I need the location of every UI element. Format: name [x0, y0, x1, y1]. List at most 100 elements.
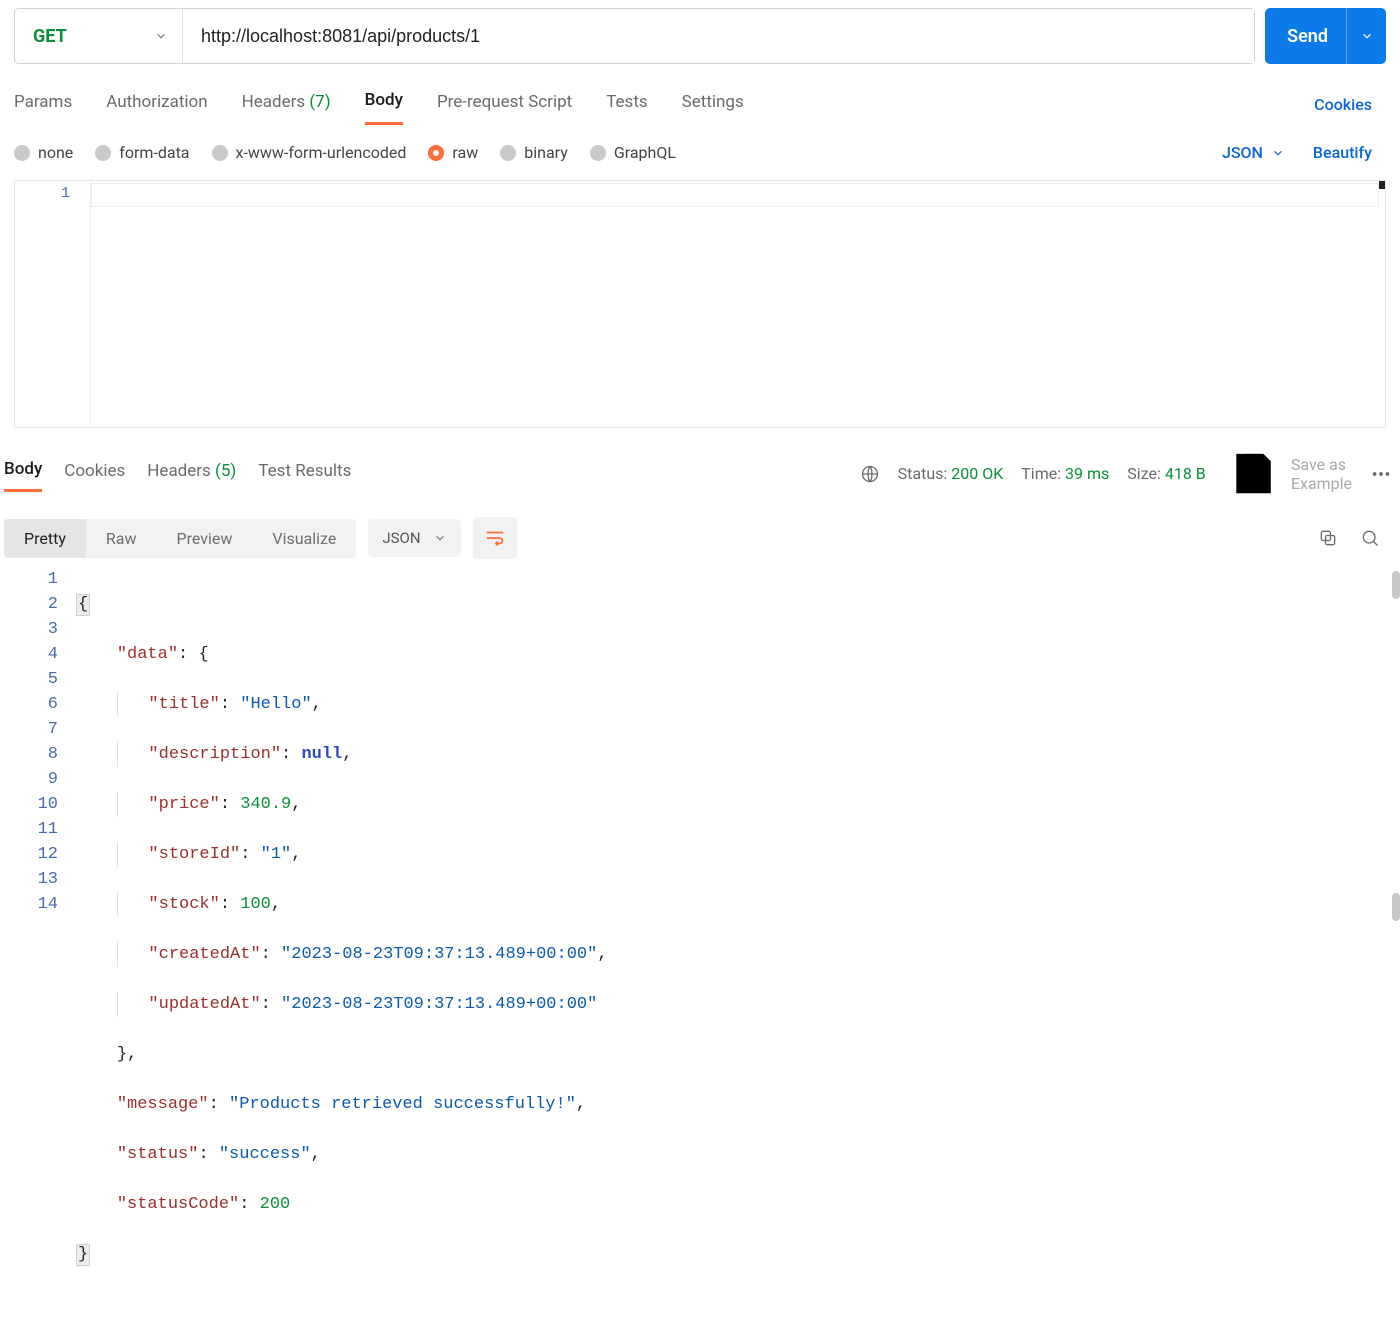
radio-none-label: none: [38, 143, 73, 162]
gutter-line-number: 8: [0, 742, 58, 767]
tab-settings[interactable]: Settings: [682, 86, 744, 124]
radio-urlencoded[interactable]: x-www-form-urlencoded: [212, 143, 407, 162]
resp-tab-headers-count: (5): [215, 461, 236, 481]
raw-format-select[interactable]: JSON: [1222, 143, 1285, 162]
send-button-label: Send: [1287, 26, 1346, 47]
code-key: "status": [117, 1145, 199, 1164]
resp-tab-headers-label: Headers: [147, 461, 211, 481]
wrap-icon: [484, 527, 506, 549]
tab-body[interactable]: Body: [365, 84, 403, 125]
gutter-line-number: 9: [0, 767, 58, 792]
resp-tab-headers[interactable]: Headers (5): [147, 457, 236, 491]
time-label: Time:: [1021, 464, 1061, 483]
code-key: "description": [148, 745, 281, 764]
radio-binary-label: binary: [524, 143, 568, 162]
radio-graphql[interactable]: GraphQL: [590, 143, 676, 162]
search-response-button[interactable]: [1360, 528, 1380, 548]
gutter-line-number: 4: [0, 642, 58, 667]
view-pretty[interactable]: Pretty: [4, 519, 86, 558]
code-key: "data": [117, 645, 178, 664]
chevron-down-icon: [154, 29, 168, 43]
response-format-label: JSON: [382, 529, 420, 547]
chevron-down-icon: [433, 531, 447, 545]
resp-tab-body[interactable]: Body: [4, 455, 42, 492]
gutter-line-number: 3: [0, 617, 58, 642]
code-string: "2023-08-23T09:37:13.489+00:00": [281, 945, 597, 964]
response-body-viewer[interactable]: 1 2 3 4 5 6 7 8 9 10 11 12 13 14 { "data…: [0, 567, 1400, 1317]
code-brace: {: [76, 594, 90, 616]
send-button[interactable]: Send: [1265, 8, 1386, 64]
cookies-link[interactable]: Cookies: [1314, 95, 1372, 114]
response-tabs: Body Cookies Headers (5) Test Results St…: [0, 430, 1400, 503]
code-string: "Products retrieved successfully!": [229, 1095, 576, 1114]
gutter-line-number: 11: [0, 817, 58, 842]
scrollbar-thumb[interactable]: [1392, 571, 1400, 599]
code-key: "price": [148, 795, 219, 814]
send-split-button[interactable]: [1346, 8, 1386, 64]
code-brace: {: [198, 645, 208, 664]
gutter-line-number: 13: [0, 867, 58, 892]
radio-dot-icon: [500, 145, 516, 161]
radio-graphql-label: GraphQL: [614, 143, 676, 162]
code-key: "stock": [148, 895, 219, 914]
radio-raw[interactable]: raw: [428, 143, 478, 162]
search-icon: [1360, 528, 1380, 548]
radio-binary[interactable]: binary: [500, 143, 568, 162]
tab-prerequest[interactable]: Pre-request Script: [437, 86, 572, 124]
globe-icon[interactable]: [860, 464, 880, 484]
response-format-select[interactable]: JSON: [368, 519, 460, 557]
request-body-editor[interactable]: 1: [14, 180, 1386, 428]
http-method-select[interactable]: GET: [15, 9, 183, 63]
radio-urlencoded-label: x-www-form-urlencoded: [236, 143, 407, 162]
more-actions-button[interactable]: [1370, 463, 1392, 485]
view-preview[interactable]: Preview: [156, 519, 252, 558]
status-group: Status: 200 OK: [898, 464, 1004, 483]
radio-dot-icon: [428, 145, 444, 161]
save-as-example-button[interactable]: Save as Example: [1224, 444, 1352, 503]
radio-dot-icon: [14, 145, 30, 161]
response-panel: Body Cookies Headers (5) Test Results St…: [0, 430, 1400, 1317]
radio-form-data[interactable]: form-data: [95, 143, 189, 162]
code-key: "storeId": [148, 845, 240, 864]
gutter-line-number: 1: [15, 185, 70, 202]
code-number: 100: [240, 895, 271, 914]
gutter-line-number: 12: [0, 842, 58, 867]
beautify-button[interactable]: Beautify: [1313, 143, 1372, 162]
gutter-line-number: 5: [0, 667, 58, 692]
response-scrollbar[interactable]: [1392, 571, 1400, 599]
tab-headers[interactable]: Headers (7): [242, 86, 331, 124]
tab-authorization[interactable]: Authorization: [106, 86, 207, 124]
response-code: { "data": { "title": "Hello", "descripti…: [76, 567, 1400, 1317]
resp-tab-testresults[interactable]: Test Results: [258, 457, 351, 491]
copy-response-button[interactable]: [1318, 528, 1338, 548]
copy-icon: [1318, 528, 1338, 548]
tab-tests[interactable]: Tests: [606, 86, 647, 124]
status-value: 200 OK: [951, 464, 1003, 483]
radio-none[interactable]: none: [14, 143, 73, 162]
save-icon: [1224, 444, 1283, 503]
tab-headers-label: Headers: [242, 92, 306, 112]
wrap-lines-button[interactable]: [473, 517, 517, 559]
view-raw[interactable]: Raw: [86, 519, 157, 558]
request-tabs: Params Authorization Headers (7) Body Pr…: [14, 84, 1386, 125]
resp-tab-cookies[interactable]: Cookies: [64, 457, 125, 491]
size-value: 418 B: [1165, 464, 1206, 483]
code-key: "statusCode": [117, 1195, 239, 1214]
url-input[interactable]: [183, 9, 1254, 63]
code-string: "1": [261, 845, 292, 864]
tab-params[interactable]: Params: [14, 86, 72, 124]
chevron-down-icon: [1271, 146, 1285, 160]
scrollbar-thumb[interactable]: [1392, 893, 1400, 921]
code-null: null: [301, 745, 342, 764]
http-method-label: GET: [33, 26, 67, 47]
view-visualize[interactable]: Visualize: [252, 519, 356, 558]
response-status-bar: Status: 200 OK Time: 39 ms Size: 418 B S…: [860, 444, 1392, 503]
gutter-line-number: 14: [0, 892, 58, 917]
radio-dot-icon: [212, 145, 228, 161]
code-key: "message": [117, 1095, 209, 1114]
code-number: 200: [260, 1195, 291, 1214]
minimap-marker: [1379, 181, 1385, 189]
code-number: 340.9: [240, 795, 291, 814]
size-label: Size:: [1127, 464, 1161, 483]
status-label: Status:: [898, 464, 948, 483]
